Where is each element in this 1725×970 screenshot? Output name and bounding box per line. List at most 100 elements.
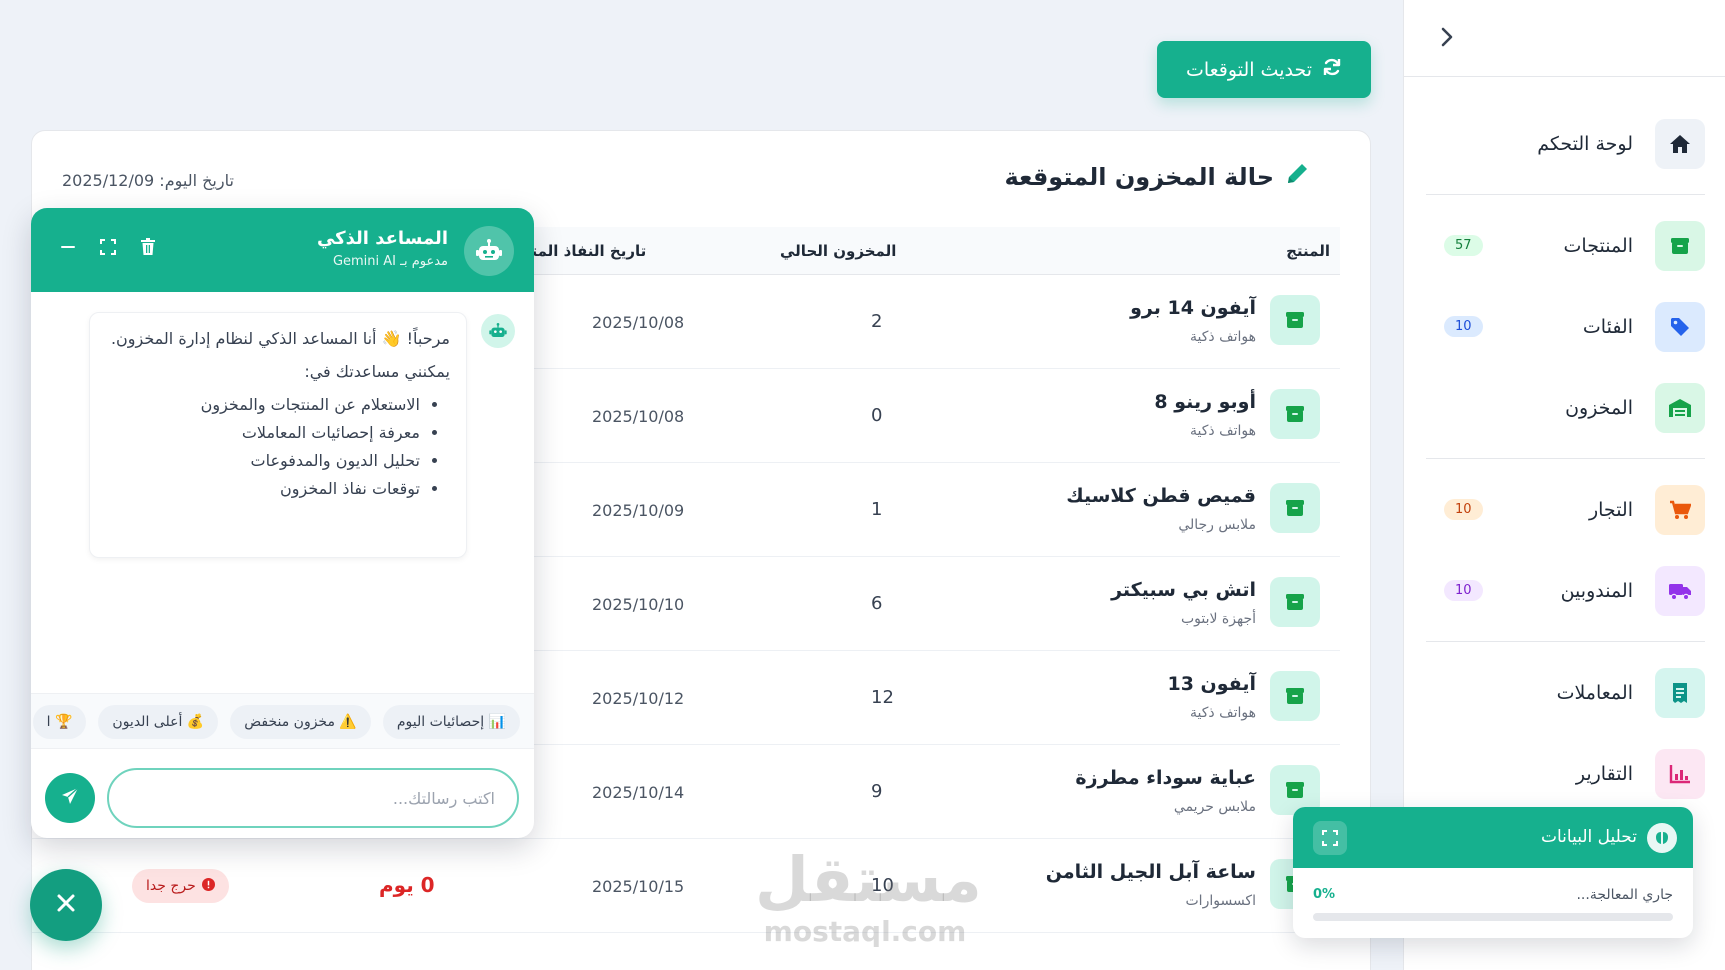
sidebar-item-delegates[interactable]: المندوبين 10 [1426, 550, 1705, 631]
tag-icon [1655, 301, 1705, 352]
trash-icon[interactable] [139, 238, 157, 256]
sidebar-header [1404, 0, 1725, 77]
chip-today-stats[interactable]: 📊 إحصائيات اليوم [382, 705, 520, 739]
robot-icon [481, 314, 515, 348]
sidebar-item-dashboard[interactable]: لوحة التحكم [1426, 103, 1705, 184]
sidebar-item-label: المخزون [1565, 396, 1633, 419]
sidebar-item-label: التجار [1588, 498, 1633, 521]
table-row: ساعة آبل الجيل الثامن اكسسوارات 10 2025/10/… [32, 839, 1340, 933]
box-icon [1655, 220, 1705, 271]
product-category: ملابس رجالي [1178, 517, 1256, 533]
sidebar-item-categories[interactable]: الفئات 10 [1426, 286, 1705, 367]
pencil-icon [1284, 161, 1310, 193]
sidebar-divider [1426, 458, 1705, 459]
depletion-date: 2025/10/09 [592, 501, 685, 520]
refresh-forecast-label: تحديث التوقعات [1185, 58, 1313, 81]
chip-top-debts[interactable]: 💰 أعلى الديون [98, 705, 219, 739]
truck-icon [1655, 565, 1705, 616]
column-header-product: المنتج [1286, 242, 1330, 260]
chevron-right-icon[interactable] [1432, 22, 1462, 52]
sidebar-menu: لوحة التحكم المنتجات 57 الفئات 10 المخزو… [1404, 103, 1725, 814]
refresh-forecast-button[interactable]: تحديث التوقعات [1157, 41, 1371, 98]
chip-top[interactable]: 🏆 ا [32, 705, 87, 739]
list-item: تحليل الديون والمدفوعات [106, 451, 420, 470]
warehouse-icon [1655, 382, 1705, 433]
receipt-icon [1655, 667, 1705, 718]
count-badge: 57 [1444, 235, 1483, 256]
status-text: حرج جدا [146, 878, 196, 894]
message-intro: يمكنني مساعدتك في: [304, 362, 450, 381]
product-name: آيفون 13 [1167, 673, 1256, 695]
close-icon [56, 893, 76, 917]
current-stock: 1 [871, 499, 883, 520]
current-stock: 10 [871, 875, 894, 896]
list-item: توقعات نفاذ المخزون [106, 479, 420, 498]
list-item: الاستعلام عن المنتجات والمخزون [106, 395, 420, 414]
send-icon [60, 786, 80, 810]
close-chat-button[interactable] [30, 869, 102, 941]
product-name: قميص قطن كلاسيك [1066, 485, 1256, 507]
product-category: ملابس حريمي [1173, 799, 1256, 815]
chip-low-stock[interactable]: ⚠️ مخزون منخفض [230, 705, 371, 739]
product-category: هواتف ذكية [1190, 423, 1256, 439]
cart-icon [1655, 484, 1705, 535]
assistant-message: مرحباً! 👋 أنا المساعد الذكي لنظام إدارة … [89, 312, 467, 558]
sidebar-item-transactions[interactable]: المعاملات [1426, 652, 1705, 733]
list-item: معرفة إحصائيات المعاملات [106, 423, 420, 442]
analysis-percent: 0% [1313, 887, 1336, 902]
count-badge: 10 [1444, 316, 1483, 337]
chat-header-actions [59, 238, 157, 256]
chart-icon [1655, 748, 1705, 799]
sidebar-item-products[interactable]: المنتجات 57 [1426, 205, 1705, 286]
analysis-progress-bar [1313, 913, 1673, 921]
product-category: أجهزة لابتوب [1180, 611, 1256, 627]
box-icon [1270, 295, 1320, 345]
sidebar-divider [1426, 194, 1705, 195]
alert-icon [201, 877, 215, 895]
sidebar-item-label: التقارير [1575, 762, 1633, 785]
message-greeting: مرحباً! 👋 أنا المساعد الذكي لنظام إدارة … [110, 329, 450, 348]
product-name: آيفون 14 برو [1130, 297, 1256, 319]
status-badge: حرج جدا [132, 869, 229, 903]
depletion-date: 2025/10/10 [592, 595, 685, 614]
days-remaining: 0 يوم [379, 873, 435, 897]
chat-header: المساعد الذكي مدعوم بـ Gemini AI [31, 208, 534, 292]
column-header-stock: المخزون الحالي [780, 242, 897, 260]
analysis-header: تحليل البيانات [1293, 807, 1693, 868]
message-list: الاستعلام عن المنتجات والمخزون معرفة إحص… [106, 395, 450, 498]
brain-icon [1647, 823, 1677, 853]
data-analysis-widget: تحليل البيانات جاري المعالجة... 0% [1293, 807, 1693, 938]
depletion-date: 2025/10/08 [592, 313, 685, 332]
current-stock: 9 [871, 781, 883, 802]
product-category: هواتف ذكية [1190, 329, 1256, 345]
sidebar-item-merchants[interactable]: التجار 10 [1426, 469, 1705, 550]
expand-icon[interactable] [1313, 821, 1347, 855]
minimize-icon[interactable] [59, 238, 77, 256]
chat-input-placeholder: اكتب رسالتك... [392, 788, 495, 808]
product-name: عباية سوداء مطرزة [1075, 767, 1256, 789]
product-name: ساعة آبل الجيل الثامن [1045, 861, 1256, 883]
card-title-text: حالة المخزون المتوقعة [1004, 163, 1274, 191]
product-name: أوبو رينو 8 [1154, 391, 1256, 413]
chat-message-input[interactable]: اكتب رسالتك... [107, 768, 519, 828]
sidebar-item-label: الفئات [1582, 315, 1633, 338]
robot-icon [464, 226, 514, 276]
sidebar-item-label: المندوبين [1560, 579, 1633, 602]
current-stock: 2 [871, 311, 883, 332]
send-button[interactable] [45, 773, 95, 823]
ai-chat-panel: المساعد الذكي مدعوم بـ Gemini AI مرحباً!… [31, 208, 534, 838]
count-badge: 10 [1444, 499, 1483, 520]
chat-title: المساعد الذكي [316, 228, 448, 249]
sidebar-item-label: المنتجات [1563, 234, 1633, 257]
product-category: هواتف ذكية [1190, 705, 1256, 721]
sidebar-item-reports[interactable]: التقارير [1426, 733, 1705, 814]
count-badge: 10 [1444, 580, 1483, 601]
quick-suggestions: 📊 إحصائيات اليوم ⚠️ مخزون منخفض 💰 أعلى ا… [31, 693, 534, 749]
today-date: تاريخ اليوم: 2025/12/09 [62, 171, 234, 190]
expand-icon[interactable] [99, 238, 117, 256]
sidebar-item-inventory[interactable]: المخزون [1426, 367, 1705, 448]
product-name: اتش بي سبيكتر [1111, 579, 1256, 601]
depletion-date: 2025/10/14 [592, 783, 685, 802]
box-icon [1270, 483, 1320, 533]
current-stock: 0 [871, 405, 883, 426]
